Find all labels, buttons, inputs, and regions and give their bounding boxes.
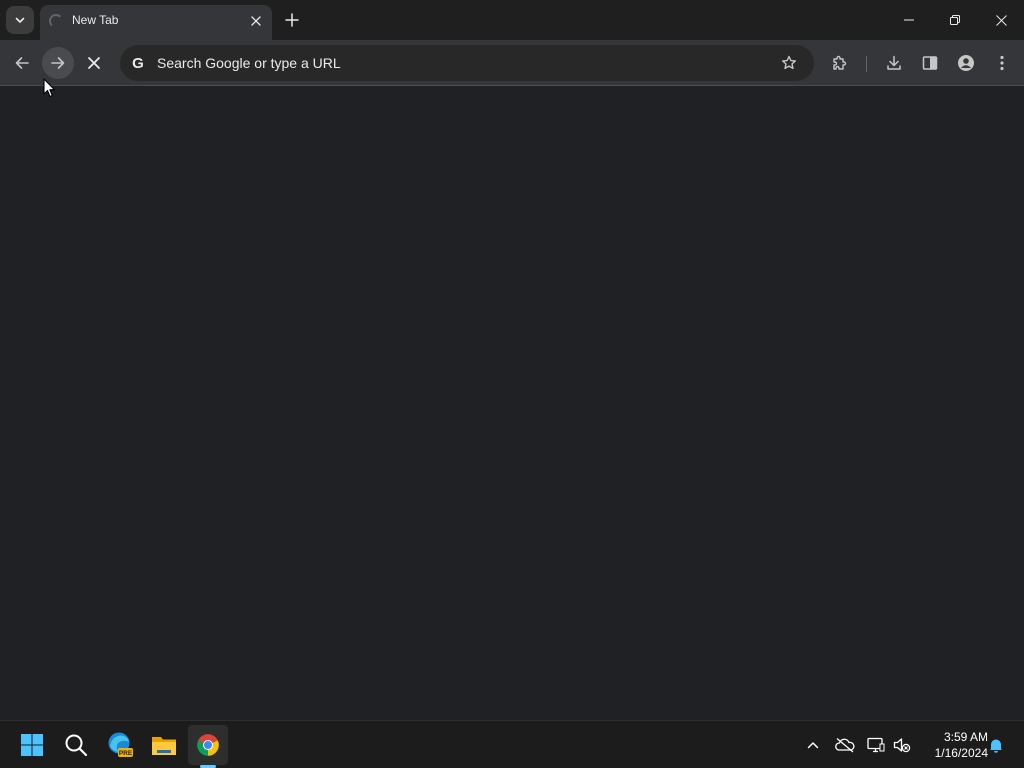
stop-button[interactable] [78, 47, 110, 79]
mouse-cursor-icon [43, 78, 56, 98]
stop-icon [88, 57, 100, 69]
network-tray[interactable] [866, 735, 886, 755]
profile-button[interactable] [950, 47, 982, 79]
minimize-icon [904, 19, 914, 21]
extensions-icon [833, 55, 847, 70]
tab-title: New Tab [72, 13, 119, 27]
clock-time: 3:59 AM [943, 730, 988, 744]
side-panel-button[interactable] [914, 47, 946, 79]
search-icon [65, 734, 88, 757]
svg-text:G: G [132, 55, 144, 72]
google-g-icon: G [128, 53, 148, 73]
svg-text:PRE: PRE [119, 750, 133, 757]
restore-icon [950, 15, 960, 25]
tab-close-button[interactable] [246, 11, 266, 31]
forward-button[interactable] [42, 47, 74, 79]
back-button[interactable] [6, 47, 38, 79]
notifications-button[interactable] [986, 735, 1006, 755]
omnibox[interactable]: G Search Google or type a URL [120, 45, 814, 81]
taskbar: PRE 3:59 AM 1/16/2024 [0, 720, 1024, 768]
menu-button[interactable] [986, 47, 1018, 79]
chrome-icon [197, 734, 219, 756]
chevron-up-icon [807, 742, 819, 749]
start-button[interactable] [12, 725, 52, 765]
file-explorer-icon [152, 737, 176, 755]
loading-spinner-icon [49, 14, 63, 28]
close-icon [251, 16, 261, 26]
tab-new-tab[interactable]: New Tab [40, 5, 272, 40]
edge-preview-icon: PRE [108, 732, 133, 757]
forward-icon [51, 57, 65, 69]
toolbar-divider [866, 56, 867, 72]
bookmark-star-icon [782, 55, 796, 70]
tab-search-button[interactable] [6, 6, 34, 34]
omnibox-placeholder: Search Google or type a URL [157, 55, 341, 71]
menu-icon [1000, 55, 1004, 71]
extensions-button[interactable] [824, 47, 856, 79]
back-icon [15, 57, 29, 69]
taskbar-chrome[interactable] [188, 725, 228, 765]
downloads-button[interactable] [878, 47, 910, 79]
tab-strip: New Tab [0, 0, 1024, 40]
profile-icon [958, 55, 974, 71]
network-icon [867, 737, 885, 753]
volume-tray[interactable] [892, 735, 912, 755]
bookmark-button[interactable] [777, 51, 801, 75]
new-tab-button[interactable] [280, 8, 304, 32]
taskbar-edge-preview[interactable]: PRE [100, 725, 140, 765]
close-icon [995, 14, 1007, 26]
minimize-button[interactable] [886, 0, 932, 40]
notification-bell-icon [990, 739, 1002, 753]
windows-start-icon [21, 734, 43, 756]
taskbar-search-button[interactable] [56, 725, 96, 765]
restore-button[interactable] [932, 0, 978, 40]
onedrive-tray[interactable] [835, 735, 855, 755]
side-panel-icon [922, 56, 938, 70]
clock-date: 1/16/2024 [934, 746, 988, 760]
toolbar: G Search Google or type a URL [0, 40, 1024, 86]
taskbar-file-explorer[interactable] [144, 725, 184, 765]
onedrive-offline-icon [835, 738, 855, 753]
show-hidden-icons-button[interactable] [803, 735, 823, 755]
page-content [0, 87, 1024, 720]
volume-muted-icon [893, 738, 911, 753]
taskbar-clock[interactable]: 3:59 AM 1/16/2024 [918, 729, 988, 761]
close-window-button[interactable] [978, 0, 1024, 40]
plus-icon [285, 13, 299, 27]
chevron-down-icon [15, 17, 25, 23]
download-icon [887, 55, 901, 70]
